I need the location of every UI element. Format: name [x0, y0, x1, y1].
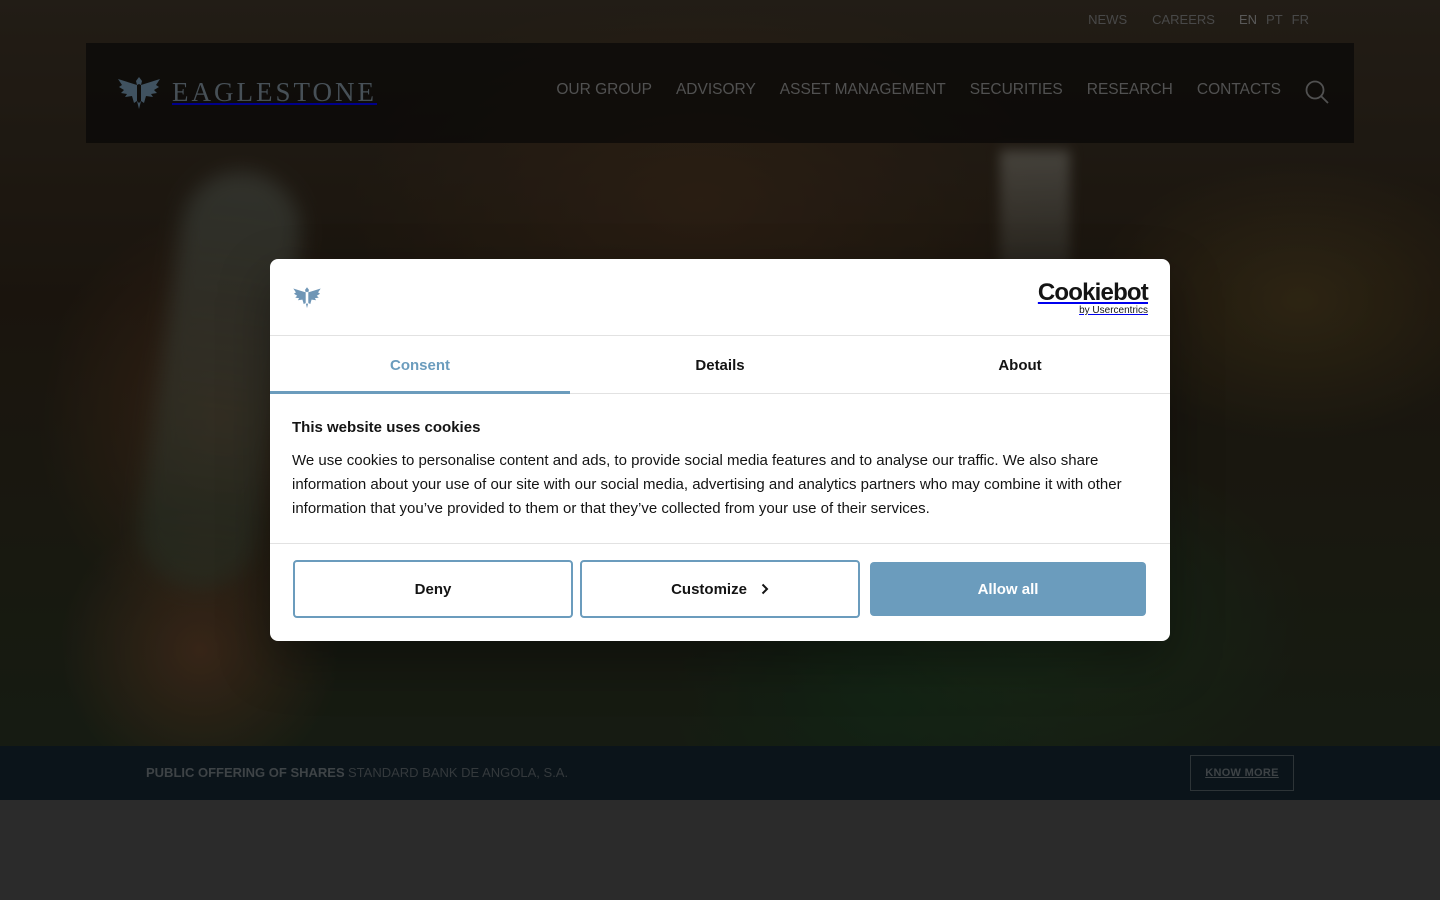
deny-button[interactable]: Deny: [293, 560, 573, 618]
eagle-logo-icon: [293, 287, 321, 309]
dialog-tabs: Consent Details About: [270, 337, 1170, 394]
dialog-title: This website uses cookies: [292, 419, 481, 436]
customize-button[interactable]: Customize: [580, 560, 860, 618]
dialog-body: This website uses cookies We use cookies…: [292, 419, 1142, 521]
dialog-footer: Deny Customize Allow all: [270, 543, 1170, 641]
dialog-site-logo: [292, 284, 322, 315]
cookiebot-logo[interactable]: Cookiebot by Usercentrics: [1037, 279, 1149, 317]
cookiebot-byline: by Usercentrics: [1079, 305, 1148, 316]
dialog-header: Cookiebot by Usercentrics: [270, 259, 1170, 336]
dialog-text: We use cookies to personalise content an…: [292, 452, 1122, 517]
tab-consent[interactable]: Consent: [270, 337, 570, 394]
customize-label: Customize: [671, 580, 747, 598]
tab-details[interactable]: Details: [570, 337, 870, 393]
tab-about[interactable]: About: [870, 337, 1170, 393]
allow-all-button[interactable]: Allow all: [870, 562, 1146, 616]
chevron-right-icon: [761, 582, 769, 599]
cookie-consent-dialog: Cookiebot by Usercentrics Consent Detail…: [270, 259, 1170, 641]
cookiebot-brand: Cookiebot: [1037, 279, 1149, 306]
